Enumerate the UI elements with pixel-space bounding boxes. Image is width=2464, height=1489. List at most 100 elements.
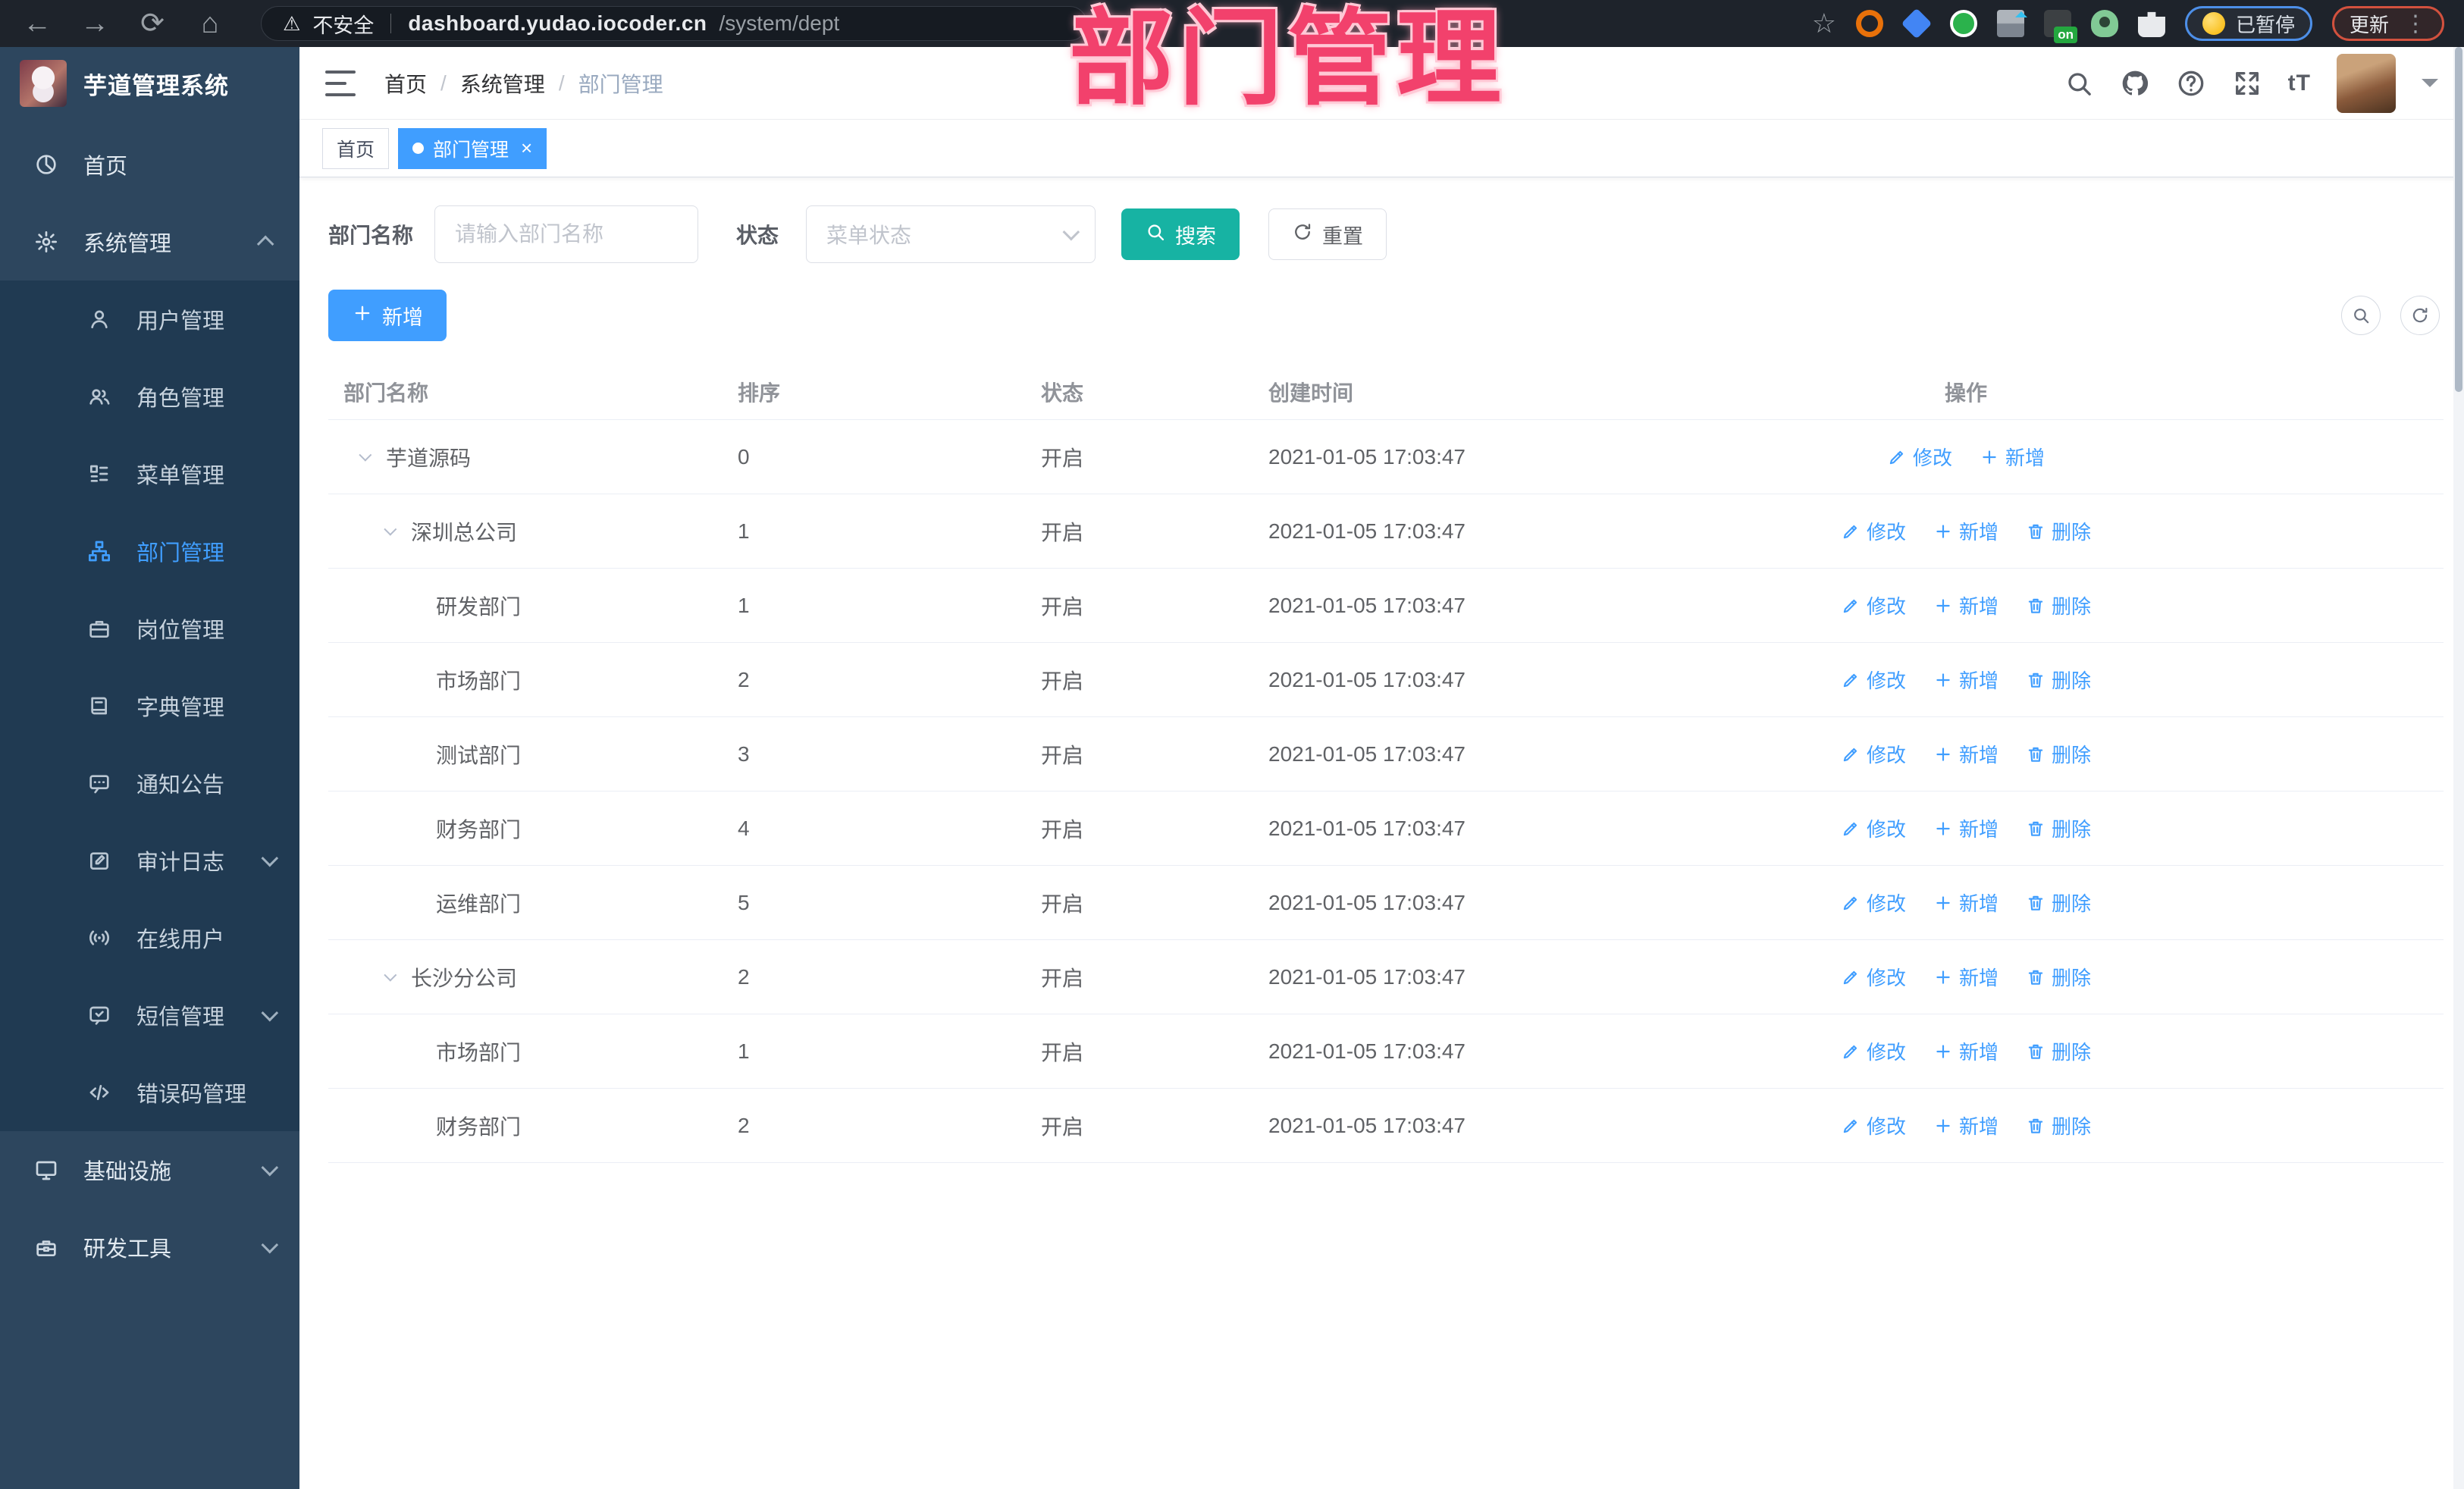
breadcrumb-item[interactable]: 首页	[384, 68, 427, 99]
security-label[interactable]: 不安全	[312, 9, 374, 39]
browser-profile-chip[interactable]: 已暂停	[2184, 6, 2312, 41]
tab-active[interactable]: 部门管理 ×	[398, 127, 547, 169]
add-action-link[interactable]: 新增	[1933, 740, 1998, 768]
reset-button[interactable]: 重置	[1268, 208, 1387, 260]
breadcrumb-item[interactable]: 系统管理	[460, 68, 545, 99]
expand-row-icon[interactable]	[359, 448, 386, 462]
delete-action-link[interactable]: 删除	[2026, 814, 2091, 842]
sidebar-item-code[interactable]: 错误码管理	[0, 1054, 299, 1131]
user-avatar[interactable]	[2337, 53, 2396, 113]
browser-reload-button[interactable]: ⟳	[135, 9, 170, 38]
browser-back-button[interactable]: ←	[20, 9, 55, 38]
edit-icon	[1887, 447, 1907, 467]
edit-action-link[interactable]: 修改	[1841, 963, 1906, 991]
add-action-link[interactable]: 新增	[1933, 591, 1998, 619]
add-action-link[interactable]: 新增	[1933, 666, 1998, 694]
edit-action-link[interactable]: 修改	[1841, 1037, 1906, 1065]
add-action-link[interactable]: 新增	[1933, 517, 1998, 545]
extension-icon[interactable]	[1949, 10, 1977, 37]
extension-icon[interactable]	[2090, 10, 2118, 37]
browser-forward-button[interactable]: →	[77, 9, 112, 38]
sidebar-item-megaphone[interactable]: 通知公告	[0, 744, 299, 822]
edit-action-link[interactable]: 修改	[1841, 740, 1906, 768]
edit-action-link[interactable]: 修改	[1841, 666, 1906, 694]
sidebar-item-label: 菜单管理	[136, 464, 225, 488]
fullscreen-icon[interactable]	[2232, 68, 2262, 99]
edit-action-link[interactable]: 修改	[1841, 889, 1906, 917]
created-time-cell: 2021-01-05 17:03:47	[1268, 444, 1466, 469]
sidebar-item-toolbox[interactable]: 研发工具	[0, 1208, 299, 1286]
scrollbar-thumb[interactable]	[2455, 47, 2462, 392]
extension-icon[interactable]	[1855, 10, 1883, 37]
sidebar-item-book[interactable]: 字典管理	[0, 667, 299, 744]
search-icon[interactable]	[2064, 68, 2094, 99]
add-action-link[interactable]: 新增	[1933, 1111, 1998, 1139]
created-time-cell: 2021-01-05 17:03:47	[1268, 964, 1466, 989]
plus-icon	[1933, 819, 1953, 839]
plus-icon	[1933, 1116, 1953, 1136]
sidebar-item-menu-list[interactable]: 菜单管理	[0, 435, 299, 513]
app-logo-row[interactable]: 芋道管理系统	[0, 47, 299, 120]
delete-action-link[interactable]: 删除	[2026, 1037, 2091, 1065]
sidebar-item-briefcase[interactable]: 岗位管理	[0, 590, 299, 667]
delete-action-link[interactable]: 删除	[2026, 740, 2091, 768]
add-action-link[interactable]: 新增	[1933, 1037, 1998, 1065]
edit-action-link[interactable]: 修改	[1841, 591, 1906, 619]
edit-action-link[interactable]: 修改	[1841, 517, 1906, 545]
expand-row-icon[interactable]	[384, 968, 411, 982]
github-icon[interactable]	[2120, 68, 2150, 99]
refresh-table-button[interactable]	[2400, 296, 2440, 335]
sidebar-item-audit-log[interactable]: 审计日志	[0, 822, 299, 899]
edit-icon	[1841, 744, 1861, 764]
close-tab-icon[interactable]: ×	[521, 136, 532, 160]
extension-icon[interactable]	[1996, 10, 2027, 37]
sidebar-item-org-tree[interactable]: 部门管理	[0, 513, 299, 590]
megaphone-icon	[86, 771, 112, 795]
tab-item[interactable]: 首页	[322, 127, 390, 169]
delete-action-link[interactable]: 删除	[2026, 666, 2091, 694]
expand-row-icon[interactable]	[384, 522, 411, 536]
delete-icon	[2026, 596, 2045, 616]
toggle-search-button[interactable]	[2341, 296, 2381, 335]
help-icon[interactable]	[2176, 68, 2206, 99]
delete-action-link[interactable]: 删除	[2026, 1111, 2091, 1139]
plus-icon	[1933, 522, 1953, 541]
browser-menu-icon[interactable]: ⋮	[2404, 11, 2427, 37]
font-size-icon[interactable]: tT	[2288, 71, 2311, 96]
browser-home-button[interactable]: ⌂	[193, 9, 227, 38]
delete-action-link[interactable]: 删除	[2026, 591, 2091, 619]
add-action-link[interactable]: 新增	[1933, 963, 1998, 991]
add-action-link[interactable]: 新增	[1933, 889, 1998, 917]
avatar-caret-down-icon[interactable]	[2422, 78, 2438, 96]
add-button[interactable]: 新增	[328, 290, 447, 341]
edit-action-link[interactable]: 修改	[1841, 814, 1906, 842]
extension-icon[interactable]	[2043, 10, 2077, 43]
delete-action-link[interactable]: 删除	[2026, 889, 2091, 917]
sidebar-item-online[interactable]: 在线用户	[0, 899, 299, 976]
search-button[interactable]: 搜索	[1121, 208, 1240, 260]
delete-action-link[interactable]: 删除	[2026, 963, 2091, 991]
dept-name-cell: 市场部门	[436, 1040, 522, 1064]
delete-action-link[interactable]: 删除	[2026, 517, 2091, 545]
address-bar[interactable]: ⚠ 不安全 dashboard.yudao.iocoder.cn/system/…	[261, 6, 1087, 41]
status-select[interactable]: 菜单状态	[806, 205, 1096, 263]
hamburger-icon[interactable]	[325, 70, 356, 96]
browser-update-button[interactable]: 更新 ⋮	[2331, 6, 2444, 41]
extensions-puzzle-icon[interactable]	[2137, 11, 2165, 37]
bookmark-star-icon[interactable]: ☆	[1812, 8, 1836, 39]
edit-action-link[interactable]: 修改	[1887, 443, 1952, 471]
sidebar-item-sms[interactable]: 短信管理	[0, 976, 299, 1054]
extension-icon[interactable]	[1901, 8, 1933, 39]
dept-name-input[interactable]	[434, 205, 699, 263]
action-label: 新增	[1958, 744, 1998, 766]
add-action-link[interactable]: 新增	[1980, 443, 2045, 471]
sidebar-item-users[interactable]: 角色管理	[0, 358, 299, 435]
page-scrollbar[interactable]	[2453, 47, 2464, 1489]
edit-action-link[interactable]: 修改	[1841, 1111, 1906, 1139]
action-label: 删除	[2052, 744, 2092, 766]
sidebar-item-dashboard[interactable]: 首页	[0, 126, 299, 203]
sidebar-item-user[interactable]: 用户管理	[0, 281, 299, 358]
sidebar-item-gear[interactable]: 系统管理	[0, 203, 299, 281]
add-action-link[interactable]: 新增	[1933, 814, 1998, 842]
sidebar-item-monitor[interactable]: 基础设施	[0, 1131, 299, 1208]
